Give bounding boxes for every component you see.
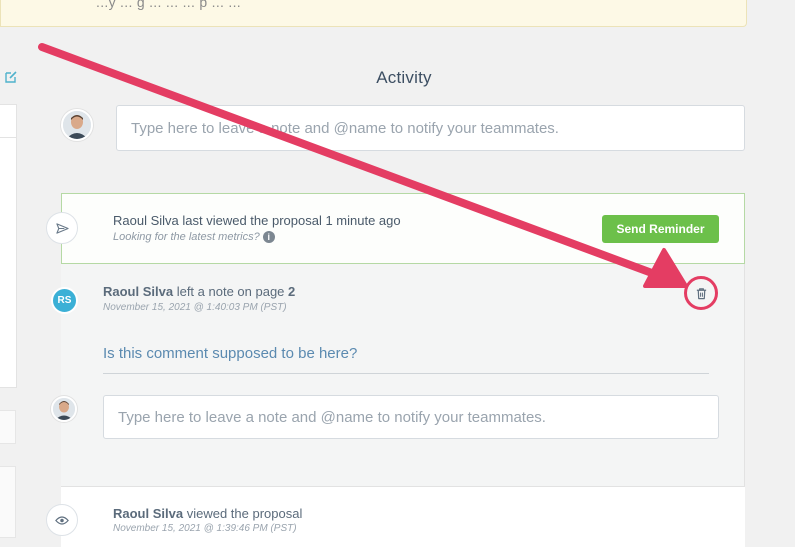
left-panel-item[interactable] <box>0 410 16 444</box>
avatar <box>61 109 93 141</box>
viewed-event-hint: Looking for the latest metrics? <box>113 231 260 243</box>
notice-banner: ...y ... g ... ... ... p ... ... <box>0 0 747 27</box>
left-panel <box>0 104 17 388</box>
avatar <box>51 396 77 422</box>
note-action: left a note on page <box>176 284 285 299</box>
trash-icon <box>696 287 706 299</box>
delete-note-button[interactable] <box>684 276 718 310</box>
note-author-name: Raoul Silva <box>103 284 174 299</box>
author-initials-badge: RS <box>51 287 78 314</box>
bottom-action: viewed the proposal <box>186 506 303 521</box>
bottom-event-heading: Raoul Silva viewed the proposal <box>113 506 302 521</box>
divider <box>103 373 709 374</box>
send-icon <box>46 212 78 244</box>
send-reminder-button[interactable]: Send Reminder <box>602 215 719 243</box>
note-body: Is this comment supposed to be here? <box>103 345 358 362</box>
eye-icon <box>46 504 78 536</box>
viewed-event-subtext: Looking for the latest metrics? i <box>113 231 275 243</box>
reply-input[interactable]: Type here to leave a note and @name to n… <box>103 395 719 439</box>
note-input[interactable]: Type here to leave a note and @name to n… <box>116 105 745 151</box>
note-event-heading: Raoul Silva left a note on page 2 <box>103 284 295 299</box>
viewed-event-text: Raoul Silva last viewed the proposal 1 m… <box>113 213 401 228</box>
bottom-author-name: Raoul Silva <box>113 506 184 521</box>
banner-text: ...y ... g ... ... ... p ... ... <box>96 0 241 10</box>
activity-title: Activity <box>376 68 432 87</box>
note-timestamp: November 15, 2021 @ 1:40:03 PM (PST) <box>103 302 287 313</box>
info-icon[interactable]: i <box>262 231 275 243</box>
note-page-number: 2 <box>288 284 296 299</box>
left-panel-item[interactable] <box>0 466 16 538</box>
bottom-timestamp: November 15, 2021 @ 1:39:46 PM (PST) <box>113 523 297 534</box>
